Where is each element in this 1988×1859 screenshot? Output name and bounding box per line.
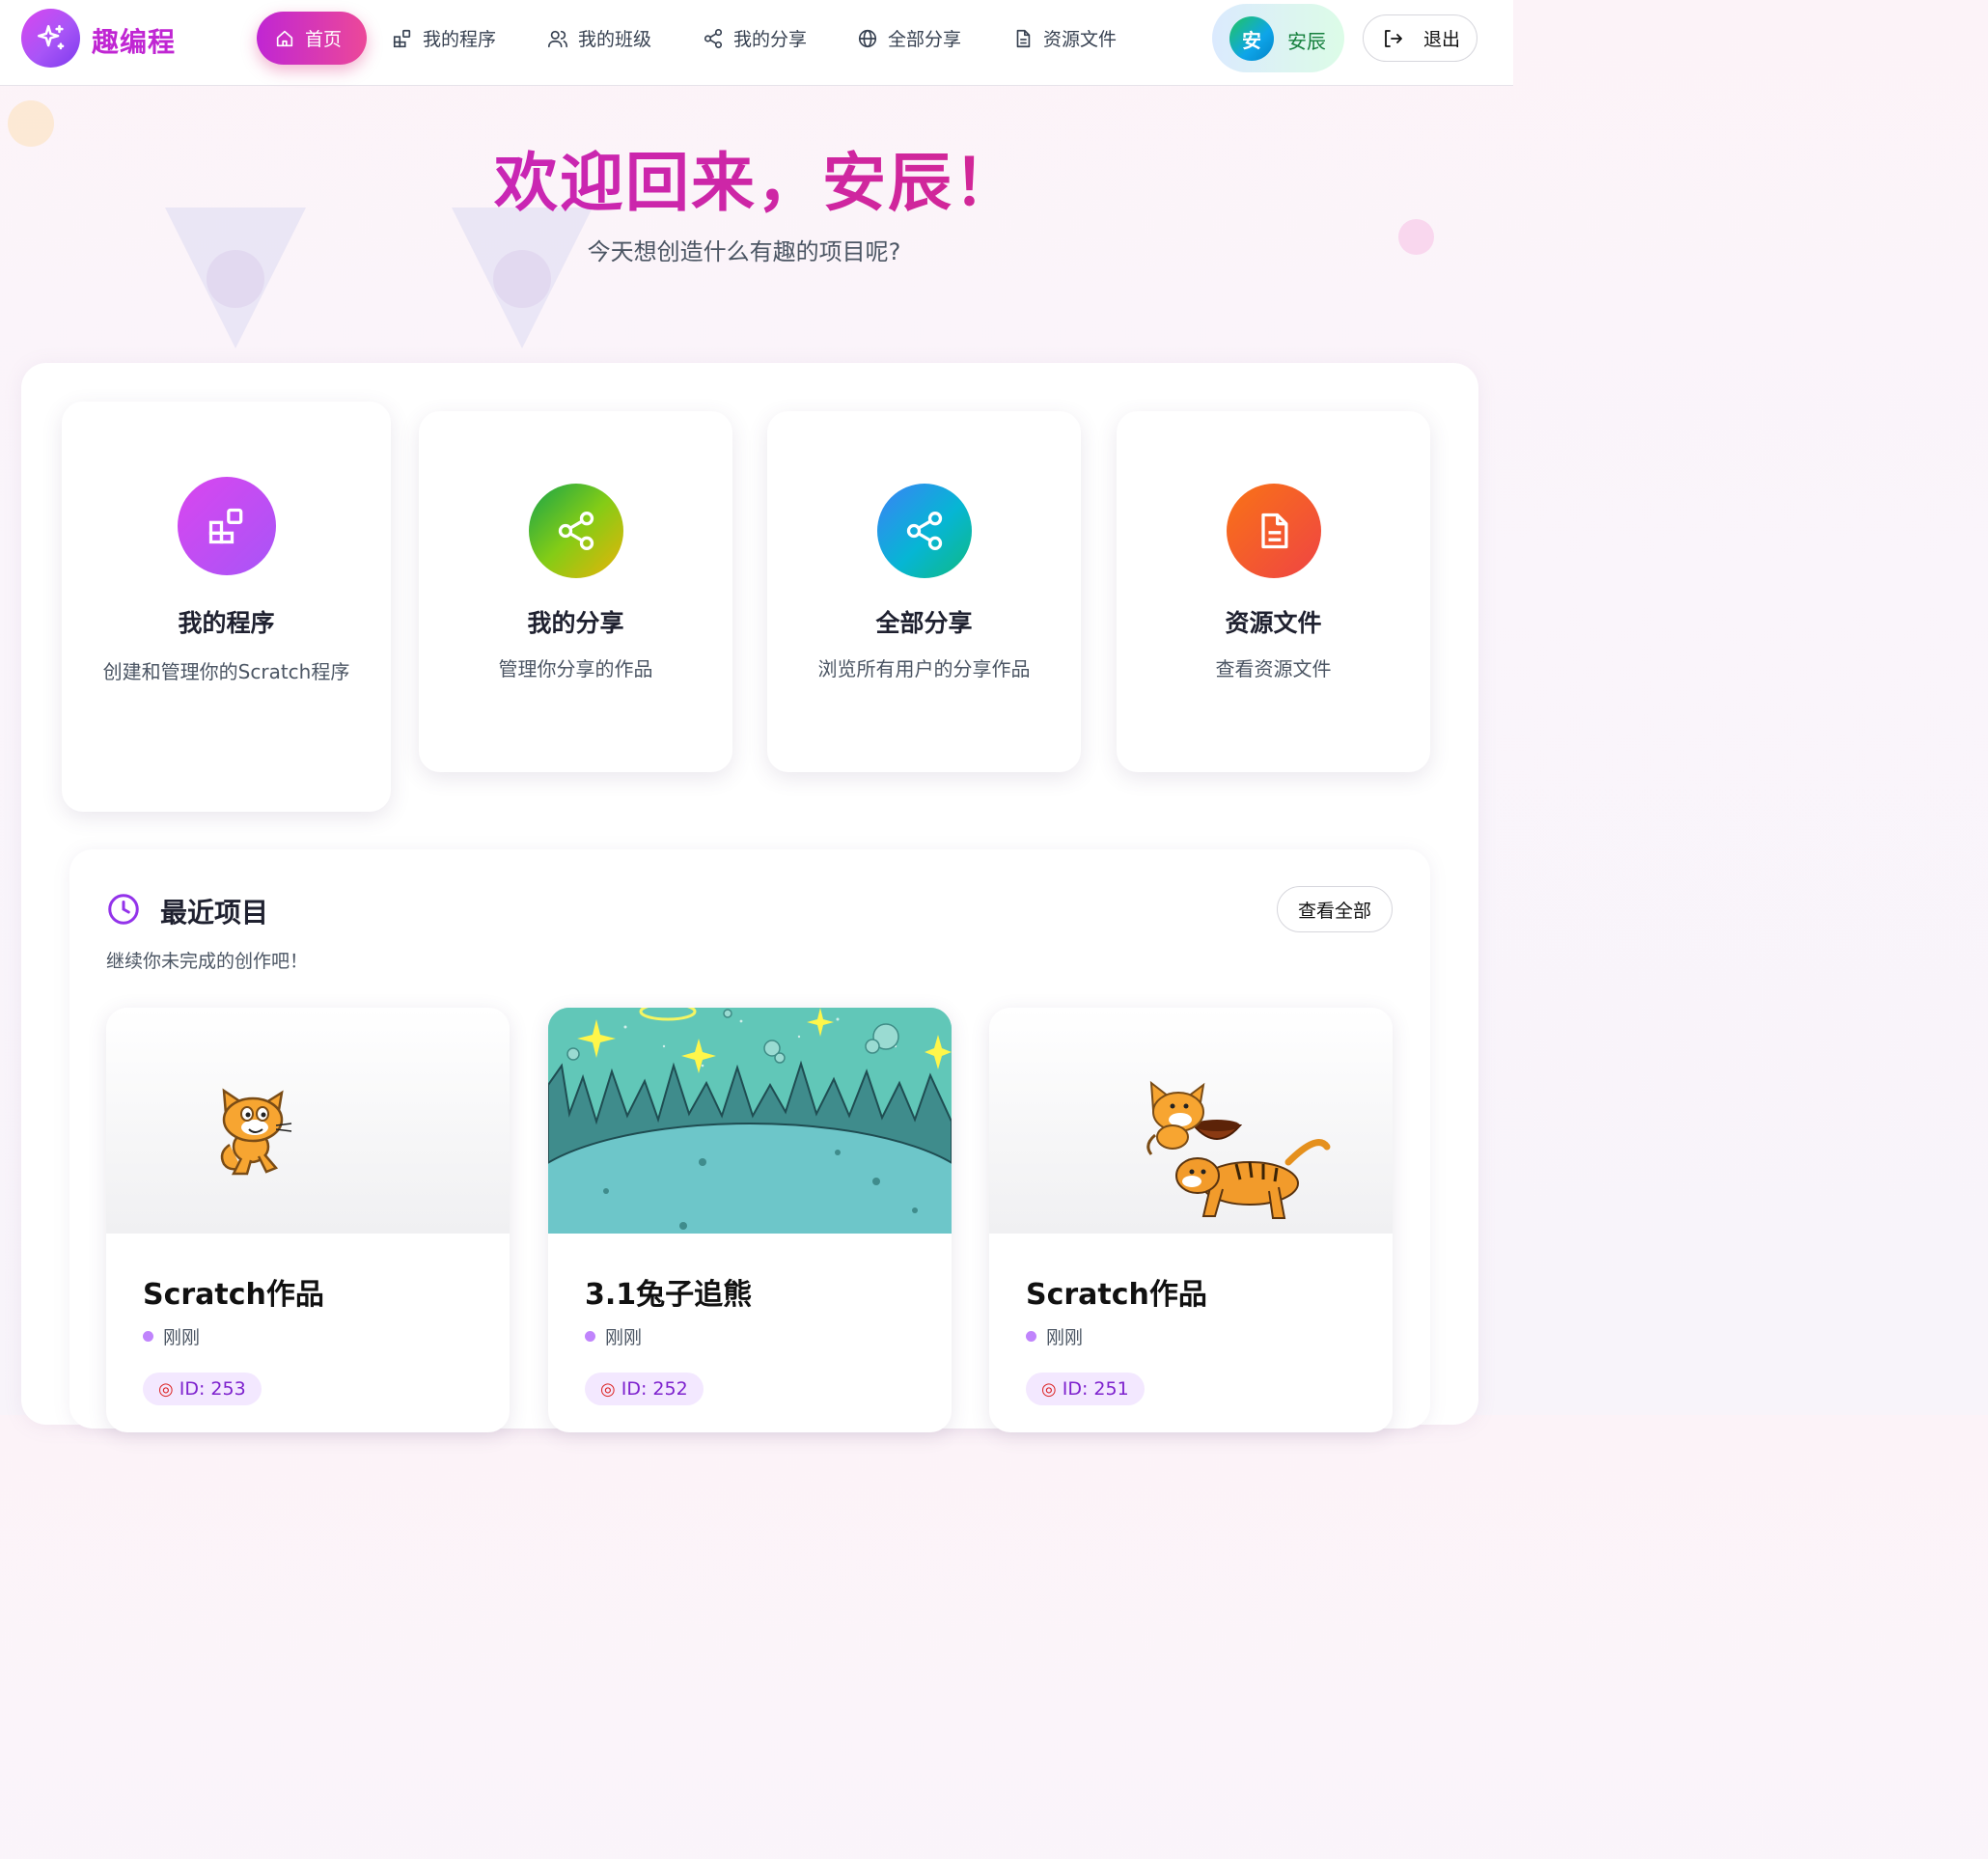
user-name: 安辰: [1287, 30, 1326, 53]
project-thumbnail: [106, 1008, 510, 1234]
sparkle-logo-icon[interactable]: [21, 9, 80, 68]
nav-all-shares[interactable]: 全部分享: [842, 12, 977, 65]
status-dot: [585, 1331, 595, 1342]
brand-name[interactable]: 趣编程: [92, 21, 176, 60]
file-icon: [1226, 484, 1321, 578]
quick-card-desc: 创建和管理你的Scratch程序: [102, 660, 350, 683]
target-icon: ◎: [600, 1378, 616, 1400]
nav-my-programs[interactable]: 我的程序: [376, 12, 511, 65]
target-icon: ◎: [158, 1378, 174, 1400]
logout-button[interactable]: 退出: [1363, 14, 1477, 62]
welcome-title: 欢迎回来，安辰！: [0, 131, 1513, 224]
nav-home-label: 首页: [305, 29, 343, 50]
project-title: Scratch作品: [1026, 1278, 1207, 1312]
quick-card-title: 我的程序: [178, 609, 275, 637]
home-icon: [276, 30, 293, 46]
project-title: 3.1兔子追熊: [585, 1278, 753, 1312]
project-card[interactable]: 3.1兔子追熊 刚刚 ◎ ID: 252: [548, 1008, 952, 1432]
quick-card-title: 全部分享: [875, 609, 973, 637]
nav-resources-label: 资源文件: [1043, 29, 1118, 50]
project-time: 刚刚: [1026, 1323, 1083, 1349]
share-icon: [528, 484, 623, 578]
recent-projects-section: 最近项目 继续你未完成的创作吧！ 查看全部 Scratch作品 刚刚 ◎ ID:…: [69, 849, 1430, 1432]
nav-home[interactable]: 首页: [257, 12, 367, 65]
blocks-icon: [393, 29, 411, 47]
space-scene-image: [548, 1008, 952, 1279]
project-time: 刚刚: [143, 1323, 200, 1349]
nav-my-shares-label: 我的分享: [733, 29, 808, 50]
blocks-icon: [177, 477, 276, 575]
project-time-label: 刚刚: [605, 1327, 643, 1348]
scratch-cat-icon: [220, 1088, 292, 1176]
file-icon: [1016, 29, 1031, 47]
welcome-subtitle: 今天想创造什么有趣的项目呢?: [587, 238, 901, 265]
avatar: 安: [1229, 16, 1274, 61]
project-id: ID: 253: [179, 1378, 246, 1400]
project-time-label: 刚刚: [163, 1327, 201, 1348]
section-subtitle: 继续你未完成的创作吧！: [106, 951, 309, 972]
nav-resources[interactable]: 资源文件: [997, 12, 1132, 65]
project-id-badge: ◎ ID: 251: [1026, 1373, 1145, 1405]
logout-icon: [1385, 29, 1402, 47]
status-dot: [1026, 1331, 1036, 1342]
logout-label: 退出: [1423, 29, 1461, 50]
quick-card-title: 我的分享: [527, 609, 624, 637]
project-thumbnail: [989, 1008, 1393, 1234]
project-time-label: 刚刚: [1046, 1327, 1084, 1348]
quick-card-resources[interactable]: 资源文件 查看资源文件: [1117, 411, 1430, 772]
project-thumbnail: [548, 1008, 952, 1279]
quick-card-my-shares[interactable]: 我的分享 管理你分享的作品: [419, 411, 732, 772]
nav-my-programs-label: 我的程序: [423, 29, 497, 50]
cat-and-tiger-image: [1146, 1080, 1331, 1219]
project-id-badge: ◎ ID: 252: [585, 1373, 704, 1405]
quick-card-my-programs[interactable]: 我的程序 创建和管理你的Scratch程序: [62, 402, 391, 812]
section-title: 最近项目: [160, 897, 269, 929]
project-id: ID: 251: [1062, 1378, 1129, 1400]
target-icon: ◎: [1041, 1378, 1057, 1400]
quick-card-title: 资源文件: [1225, 609, 1322, 637]
quick-card-all-shares[interactable]: 全部分享 浏览所有用户的分享作品: [767, 411, 1081, 772]
nav-my-classes[interactable]: 我的班级: [532, 12, 667, 65]
nav-my-shares[interactable]: 我的分享: [687, 12, 822, 65]
quick-card-desc: 查看资源文件: [1215, 657, 1332, 680]
project-time: 刚刚: [585, 1323, 642, 1349]
project-card[interactable]: Scratch作品 刚刚 ◎ ID: 251: [989, 1008, 1393, 1432]
status-dot: [143, 1331, 153, 1342]
quick-card-desc: 浏览所有用户的分享作品: [817, 657, 1031, 680]
nav-all-shares-label: 全部分享: [888, 29, 962, 50]
project-title: Scratch作品: [143, 1278, 324, 1312]
project-card[interactable]: Scratch作品 刚刚 ◎ ID: 253: [106, 1008, 510, 1432]
project-id-badge: ◎ ID: 253: [143, 1373, 262, 1405]
quick-card-desc: 管理你分享的作品: [498, 657, 653, 680]
share-icon: [704, 28, 723, 48]
project-id: ID: 252: [621, 1378, 688, 1400]
nav-my-classes-label: 我的班级: [578, 29, 652, 50]
users-icon: [548, 30, 567, 47]
top-navigation-bar: 趣编程 首页 我的程序 我的班级 我的分享 全部分享 资源文件 安 安辰 退出: [0, 0, 1513, 86]
globe-icon: [858, 29, 877, 47]
view-all-button[interactable]: 查看全部: [1277, 886, 1393, 932]
clock-icon: [108, 894, 139, 925]
share-icon: [876, 484, 972, 578]
user-profile-pill[interactable]: 安 安辰: [1212, 4, 1344, 72]
